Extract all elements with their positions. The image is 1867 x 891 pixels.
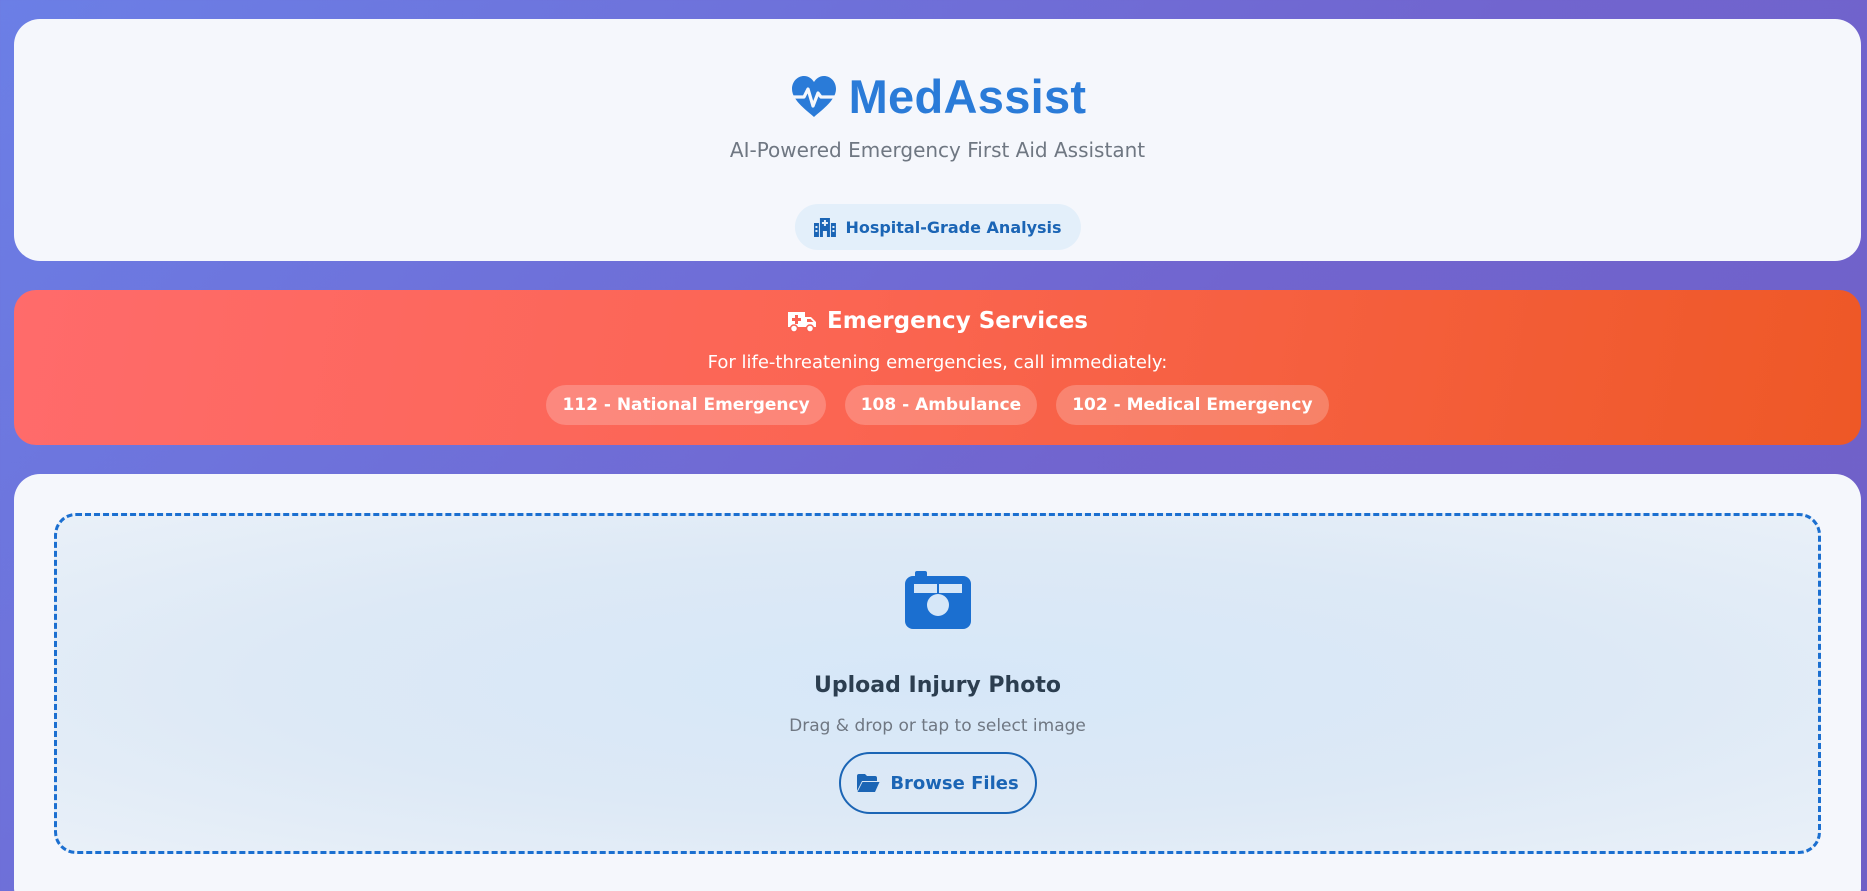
header-card: MedAssist AI-Powered Emergency First Aid…	[14, 19, 1861, 261]
ambulance-icon	[788, 312, 816, 333]
emergency-numbers: 112 - National Emergency 108 - Ambulance…	[14, 385, 1861, 425]
upload-dropzone[interactable]: Upload Injury Photo Drag & drop or tap t…	[54, 513, 1821, 854]
app-subtitle: AI-Powered Emergency First Aid Assistant	[729, 138, 1146, 162]
call-108-button[interactable]: 108 - Ambulance	[844, 385, 1038, 425]
folder-open-icon	[857, 774, 880, 792]
browse-files-button[interactable]: Browse Files	[838, 752, 1037, 814]
badge-label: Hospital-Grade Analysis	[845, 217, 1062, 237]
upload-subtitle: Drag & drop or tap to select image	[789, 716, 1086, 736]
browse-files-label: Browse Files	[890, 772, 1019, 794]
call-112-button[interactable]: 112 - National Emergency	[546, 385, 826, 425]
emergency-services-banner: Emergency Services For life-threatening …	[14, 290, 1861, 445]
heart-pulse-icon	[791, 75, 837, 117]
emergency-title-text: Emergency Services	[827, 308, 1088, 334]
camera-icon	[904, 571, 971, 629]
brand: MedAssist	[14, 69, 1861, 124]
app-title: MedAssist	[848, 70, 1087, 123]
emergency-title: Emergency Services	[14, 308, 1861, 334]
upload-card: Upload Injury Photo Drag & drop or tap t…	[14, 474, 1861, 891]
call-102-button[interactable]: 102 - Medical Emergency	[1056, 385, 1329, 425]
hospital-icon	[813, 218, 836, 237]
upload-title: Upload Injury Photo	[814, 673, 1061, 698]
hospital-grade-badge: Hospital-Grade Analysis	[794, 204, 1081, 250]
emergency-subtitle: For life-threatening emergencies, call i…	[707, 352, 1168, 373]
